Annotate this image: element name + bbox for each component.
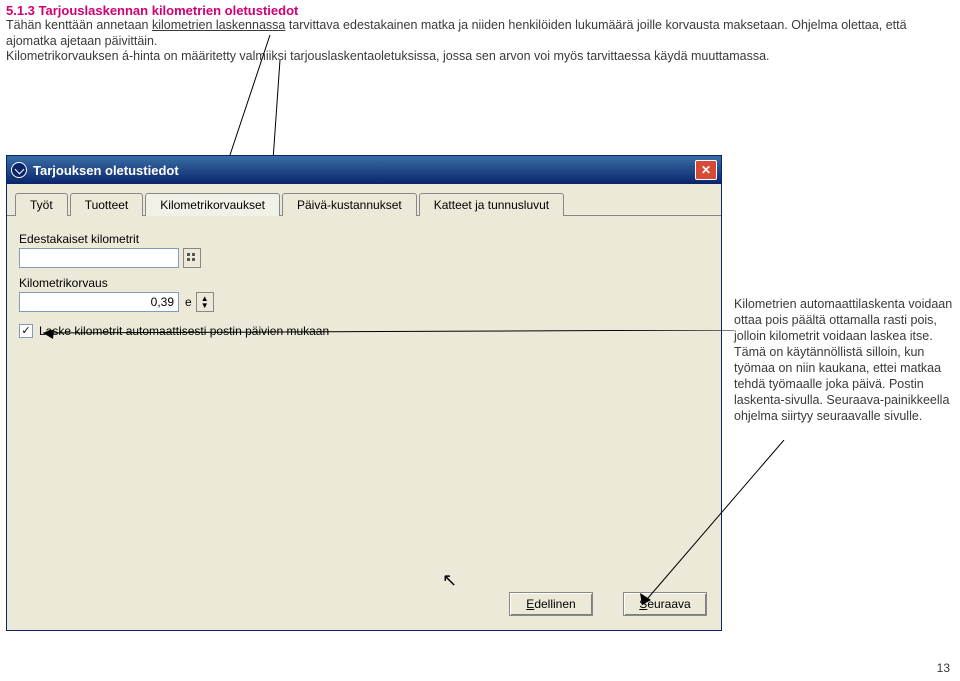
tab-tuotteet[interactable]: Tuotteet (70, 193, 144, 216)
tab-paivakustannukset[interactable]: Päivä-kustannukset (282, 193, 417, 216)
korvaus-field-row: e ▲ ▼ (19, 292, 709, 312)
auto-km-check-row: ✓ Laske kilometrit automaattisesti posti… (19, 324, 709, 338)
side-note: Kilometrien automaattilaskenta voidaan o… (734, 296, 958, 424)
auto-km-checkbox[interactable]: ✓ (19, 324, 33, 338)
window-title: Tarjouksen oletustiedot (33, 163, 179, 178)
intro-text-p2: Kilometrikorvauksen á-hinta on määritett… (6, 49, 770, 63)
prev-button[interactable]: Edellinen (509, 592, 593, 616)
km-input[interactable] (19, 248, 179, 268)
wizard-buttons: Edellinen Seuraava (509, 592, 707, 616)
tab-pane: Edestakaiset kilometrit Kilometrikorvaus… (7, 216, 721, 350)
intro-text-a: Tähän kenttään annetaan (6, 18, 152, 32)
prev-mnemonic: E (526, 597, 534, 611)
tab-kilometrikorvaukset[interactable]: Kilometrikorvaukset (145, 193, 280, 216)
app-icon (11, 162, 27, 178)
tab-tyot[interactable]: Työt (15, 193, 68, 216)
intro-text-underlined: kilometrien laskennassa (152, 18, 285, 32)
next-mnemonic: S (639, 597, 647, 611)
km-label: Edestakaiset kilometrit (19, 232, 709, 246)
km-picker-button[interactable] (183, 248, 201, 268)
korvaus-input[interactable] (19, 292, 179, 312)
dialog-window: Tarjouksen oletustiedot ✕ Työt Tuotteet … (6, 155, 722, 631)
tabstrip: Työt Tuotteet Kilometrikorvaukset Päivä-… (7, 184, 721, 216)
korvaus-label: Kilometrikorvaus (19, 276, 709, 290)
next-button[interactable]: Seuraava (623, 592, 707, 616)
titlebar[interactable]: Tarjouksen oletustiedot ✕ (7, 156, 721, 184)
page-number: 13 (937, 661, 950, 675)
intro-paragraph: Tähän kenttään annetaan kilometrien lask… (0, 18, 960, 69)
section-heading: 5.1.3 Tarjouslaskennan kilometrien oletu… (0, 0, 960, 18)
korvaus-unit: e (185, 295, 192, 309)
prev-rest: dellinen (534, 597, 575, 611)
tab-katteet[interactable]: Katteet ja tunnusluvut (419, 193, 564, 216)
auto-km-check-label: Laske kilometrit automaattisesti postin … (39, 324, 329, 338)
chevron-down-icon: ▼ (201, 302, 209, 309)
km-field-row (19, 248, 709, 268)
next-rest: euraava (647, 597, 690, 611)
korvaus-spin[interactable]: ▲ ▼ (196, 292, 214, 312)
close-button[interactable]: ✕ (695, 160, 717, 180)
